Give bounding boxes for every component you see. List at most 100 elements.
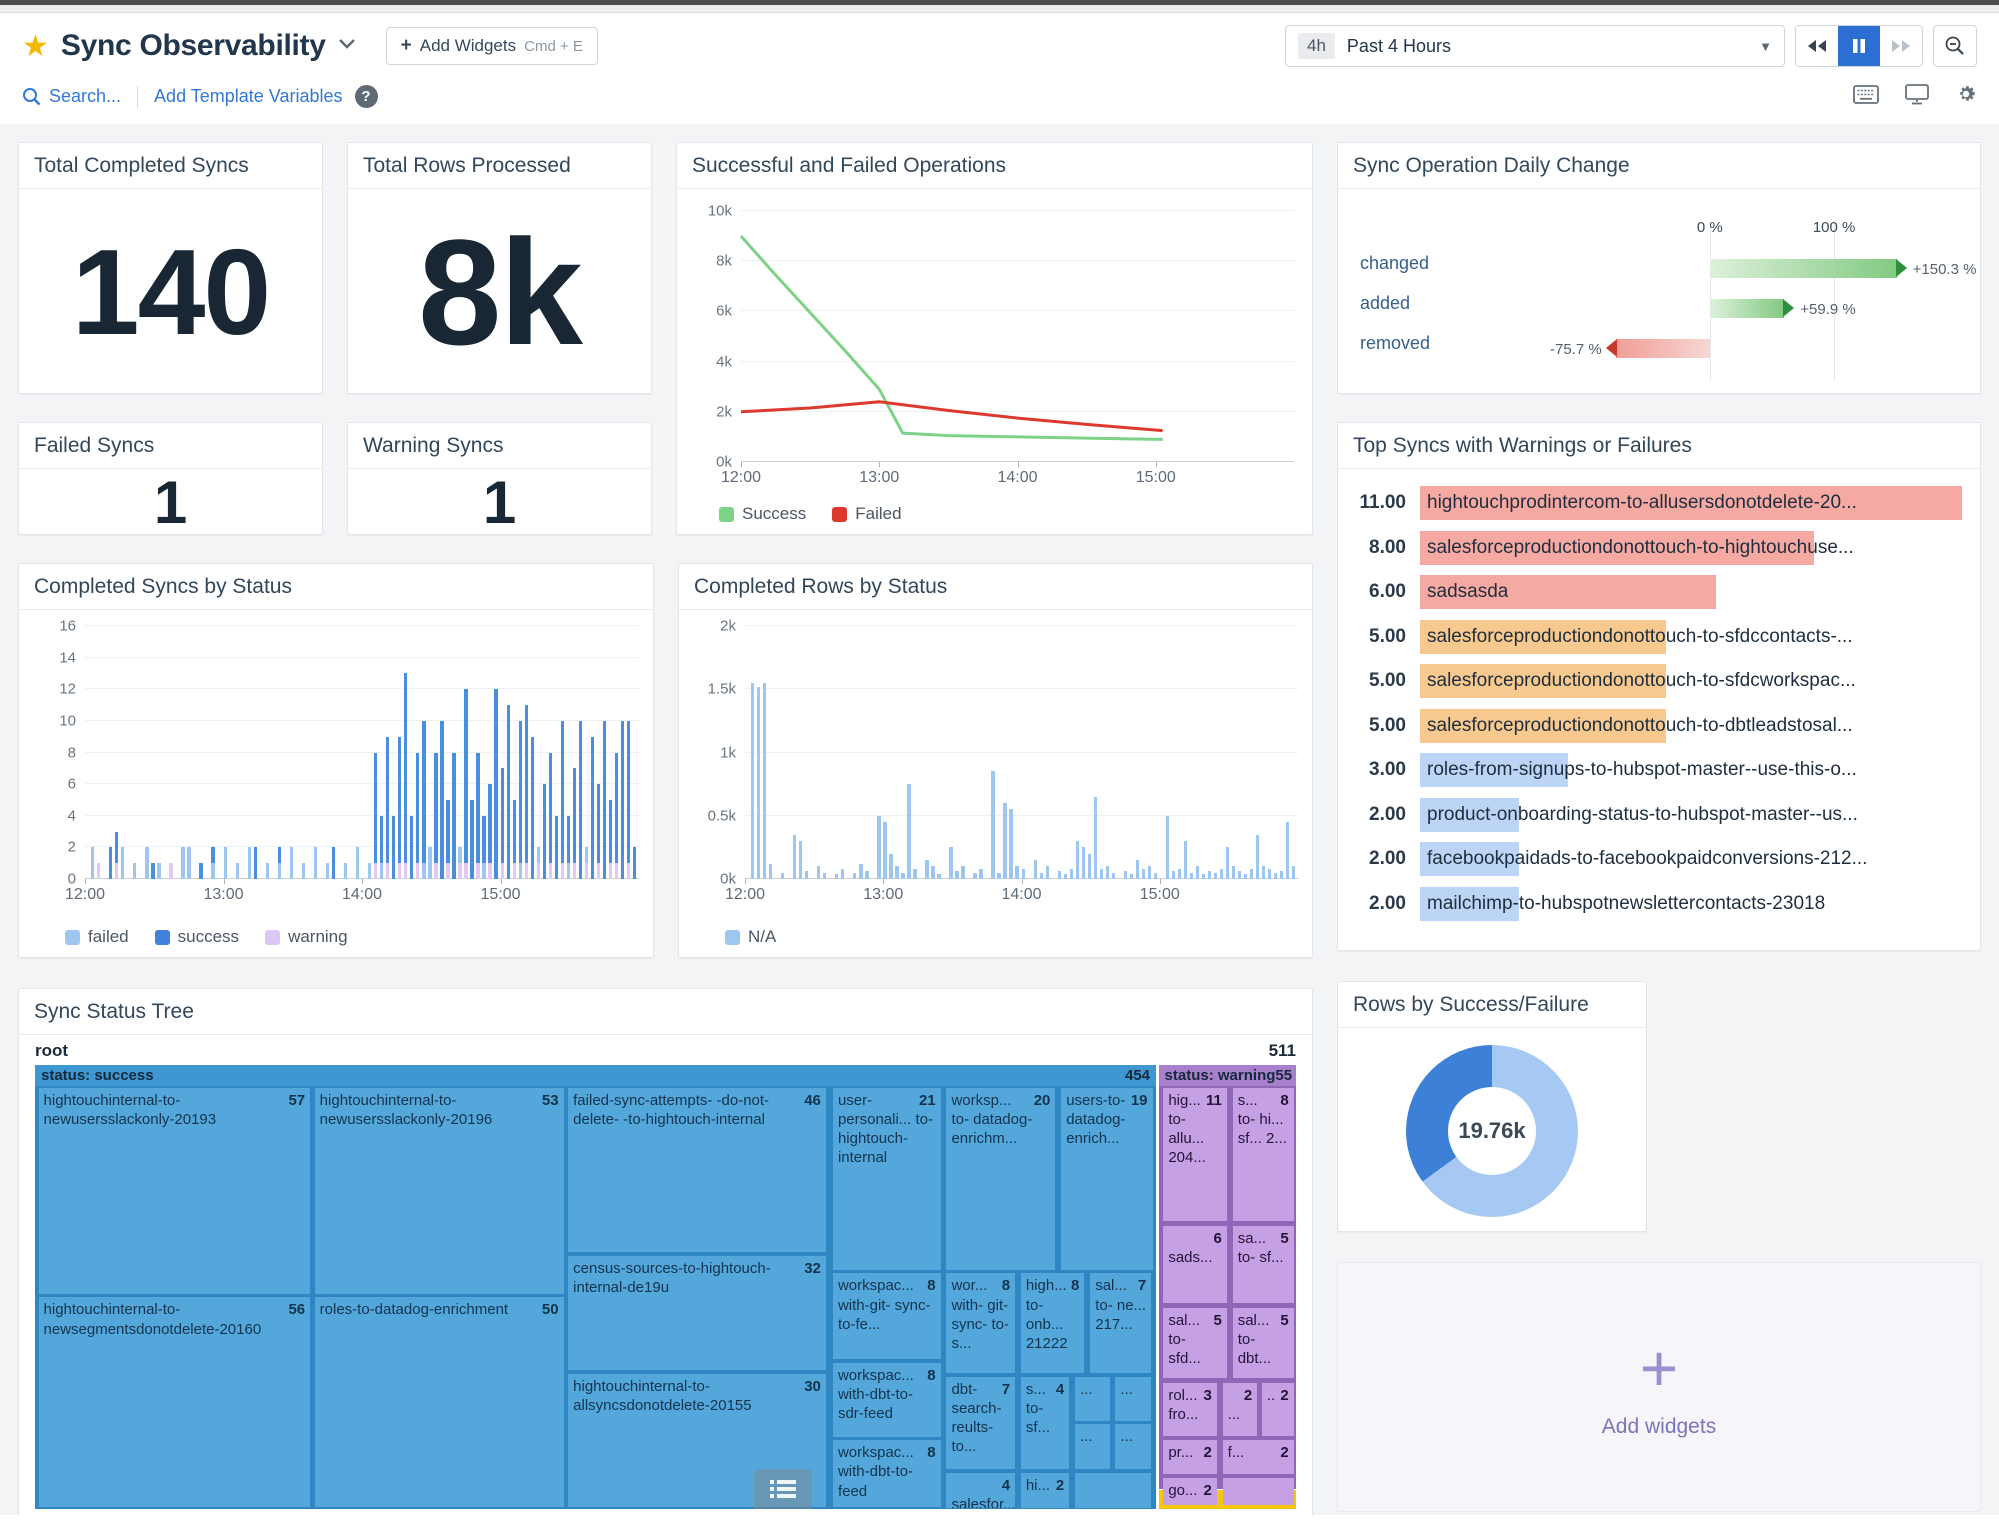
bar [805,871,808,879]
top-sync-row[interactable]: 3.00roles-from-signups-to-hubspot-master… [1348,748,1962,793]
rewind-button[interactable] [1796,26,1838,66]
top-sync-row[interactable]: 6.00sadsasda [1348,570,1962,615]
treemap-cell[interactable]: 46failed-sync-attempts- -do-not-delete- … [568,1088,826,1253]
treemap-cell[interactable]: 4salesfor... [946,1473,1015,1508]
treemap-cell[interactable]: 20worksp... to- datadog- enrichm... [946,1088,1055,1270]
treemap-cell[interactable]: 8s... to- hi... sf... 2... [1233,1088,1294,1221]
treemap-cell[interactable]: 53hightouchinternal-to-newusersslackonly… [315,1088,564,1294]
treemap-cell[interactable]: 56hightouchinternal-to-newsegmentsdonotd… [39,1297,311,1506]
x-axis-tick [1018,462,1019,467]
treemap-cell[interactable]: 2.. [1262,1383,1294,1436]
widget-total-rows-processed[interactable]: Total Rows Processed 8k [347,142,652,394]
treemap-cell[interactable]: 8workspac... with-dbt-to- feed [833,1440,941,1507]
fast-forward-button[interactable] [1880,26,1922,66]
widget-rows-by-status[interactable]: Completed Rows by Status 0k0.5k1k1.5k2k1… [678,563,1313,958]
help-icon[interactable]: ? [355,85,378,108]
top-sync-row[interactable]: 2.00mailchimp-to-hubspotnewslettercontac… [1348,882,1962,927]
top-sync-row[interactable]: 8.00salesforceproductiondonottouch-to-hi… [1348,526,1962,571]
widget-syncs-by-status[interactable]: Completed Syncs by Status 02468101214161… [18,563,654,958]
treemap-cell[interactable]: 19users-to- datadog- enrich... [1061,1088,1152,1270]
legend-item: warning [265,927,348,947]
treemap-cell[interactable]: 3rol... fro... [1163,1383,1216,1436]
bar [344,863,347,879]
treemap-cell[interactable]: 6sads... [1163,1226,1227,1303]
bar [434,753,437,880]
treemap-cell[interactable]: ... [1075,1377,1110,1421]
bar [254,847,257,879]
add-widgets-tile[interactable]: + Add widgets [1337,1262,1981,1512]
add-template-variables-link[interactable]: Add Template Variables [154,86,342,107]
widget-failed-syncs[interactable]: Failed Syncs 1 [18,422,323,535]
widget-sync-status-tree[interactable]: Sync Status Tree root 511 status: succes… [18,988,1313,1515]
widget-title: Successful and Failed Operations [677,143,1312,189]
daily-change-value: -75.7 % [1550,341,1602,358]
treemap-cell[interactable]: ... [1115,1424,1151,1469]
time-range-picker[interactable]: 4h Past 4 Hours ▼ [1285,25,1785,67]
gear-icon[interactable] [1955,83,1977,110]
favorite-star-icon[interactable]: ★ [22,29,49,64]
top-sync-row[interactable]: 5.00salesforceproductiondonottouch-to-sf… [1348,615,1962,660]
treemap-cell[interactable]: 5sal... to- dbt... [1233,1308,1294,1378]
top-sync-row[interactable]: 11.00hightouchprodintercom-to-allusersdo… [1348,481,1962,526]
treemap-cell[interactable]: 5sa... to- sf... [1233,1226,1294,1303]
treemap-cell[interactable]: 5sal... to- sfd... [1163,1308,1227,1378]
treemap-cell[interactable]: 50roles-to-datadog-enrichment [315,1297,564,1506]
treemap-cell[interactable]: 32census-sources-to-hightouch-internal-d… [568,1256,826,1370]
bar [416,753,419,880]
treemap-cell[interactable]: 11hig... to- allu... 204... [1163,1088,1227,1221]
treemap-cell[interactable]: ... [1115,1377,1151,1421]
treemap-cell[interactable] [1075,1473,1151,1508]
top-sync-row[interactable]: 5.00salesforceproductiondonottouch-to-db… [1348,704,1962,749]
top-sync-name: product-onboarding-status-to-hubspot-mas… [1427,804,1858,826]
treemap-cell[interactable]: 8workspac... with-dbt-to- sdr-feed [833,1363,941,1436]
list-view-icon[interactable] [754,1469,812,1509]
treemap-cell[interactable]: 8workspac... with-git- sync-to-fe... [833,1273,941,1359]
bar [757,687,760,879]
top-sync-row[interactable]: 2.00product-onboarding-status-to-hubspot… [1348,793,1962,838]
bar [1268,869,1271,879]
bar [187,847,190,879]
widget-total-completed-syncs[interactable]: Total Completed Syncs 140 [18,142,323,394]
legend-item: Failed [832,504,901,524]
treemap-cell[interactable]: 57hightouchinternal-to-newusersslackonly… [39,1088,311,1294]
keyboard-shortcuts-icon[interactable] [1853,85,1879,109]
bar [549,753,552,880]
treemap-cell[interactable]: 8wor... with- git- sync- to-s... [946,1273,1015,1373]
widget-warning-syncs[interactable]: Warning Syncs 1 [347,422,652,535]
treemap-cell[interactable] [1223,1478,1294,1504]
bar [1280,871,1283,879]
treemap-cell[interactable]: 4s... to- sf... [1021,1377,1069,1469]
widget-top-syncs[interactable]: Top Syncs with Warnings or Failures 11.0… [1337,422,1981,951]
treemap-cell[interactable]: 2... [1223,1383,1258,1436]
x-axis-label: 12:00 [721,469,761,487]
title-chevron-down-icon[interactable] [338,37,356,55]
search-control[interactable]: Search... [22,86,121,107]
pause-button[interactable] [1838,26,1880,66]
treemap-cell[interactable]: 2hi... [1021,1473,1069,1508]
treemap-cell[interactable]: 21user-personali... to- hightouch- inter… [833,1088,941,1270]
widget-daily-change[interactable]: Sync Operation Daily Change changedadded… [1337,142,1981,394]
add-widgets-button[interactable]: + Add Widgets Cmd + E [386,27,598,65]
widget-rows-donut[interactable]: Rows by Success/Failure 19.76k [1337,981,1647,1232]
bar [1286,822,1289,879]
search-label: Search... [49,86,121,107]
top-sync-row[interactable]: 5.00salesforceproductiondonottouch-to-sf… [1348,659,1962,704]
treemap-cell[interactable]: 2f... [1223,1440,1294,1474]
bar-segment-success [621,721,624,879]
widget-operations-chart[interactable]: Successful and Failed Operations 0k2k4k6… [676,142,1313,535]
bar-segment-failed [266,863,269,879]
legend-item: N/A [725,927,776,947]
bar [1250,869,1253,879]
legend-item: Success [719,504,806,524]
top-sync-row[interactable]: 2.00facebookpaidads-to-facebookpaidconve… [1348,837,1962,882]
gridline [85,752,639,753]
treemap-cell[interactable]: 2pr... [1163,1440,1216,1474]
treemap-cell[interactable]: ... [1075,1424,1110,1469]
zoom-out-button[interactable] [1933,25,1977,67]
bar [579,721,582,879]
treemap-cell[interactable]: 7sal... to- ne... 217... [1090,1273,1151,1373]
tv-mode-icon[interactable] [1905,84,1929,110]
treemap-cell[interactable]: 2go... [1163,1478,1216,1504]
treemap-cell[interactable]: 8high... to- onb... 21222 [1021,1273,1085,1373]
treemap-cell[interactable]: 7dbt- search- reults-to... [946,1377,1015,1469]
